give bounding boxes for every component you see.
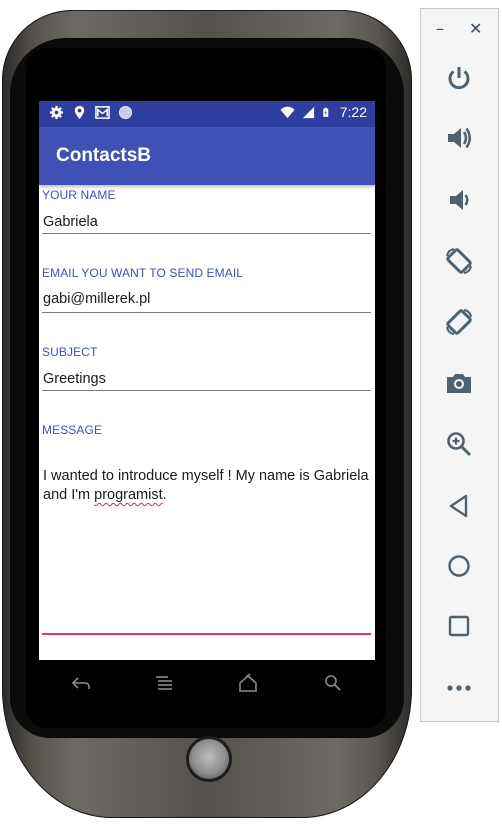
camera-icon[interactable] xyxy=(443,367,475,399)
back-triangle-icon[interactable] xyxy=(443,490,475,522)
message-line-2-start: and I'm xyxy=(43,487,95,503)
name-field-underline xyxy=(42,233,371,234)
email-field[interactable]: gabi@millerek.pl xyxy=(43,291,150,307)
message-line-2-end: . xyxy=(162,487,167,503)
message-label: MESSAGE xyxy=(42,423,103,437)
app-bar: ContactsB xyxy=(39,127,375,185)
wifi-icon xyxy=(280,106,295,118)
home-icon[interactable] xyxy=(236,672,260,696)
status-bar: 7:22 xyxy=(39,101,375,127)
message-line-2: and I'm programist. xyxy=(43,486,375,505)
power-icon[interactable] xyxy=(443,62,475,94)
zoom-icon[interactable] xyxy=(443,428,475,460)
sync-circle-icon xyxy=(118,105,133,120)
status-time: 7:22 xyxy=(339,104,367,120)
battery-charging-icon xyxy=(323,107,328,117)
hardware-home-button[interactable] xyxy=(186,736,232,782)
message-field[interactable]: I wanted to introduce myself ! My name i… xyxy=(43,467,375,505)
gear-icon xyxy=(49,105,64,120)
volume-up-icon[interactable] xyxy=(443,122,475,154)
device-screen: 7:22 ContactsB YOUR NAME Gabriela EMAIL … xyxy=(39,101,375,660)
navigation-bar xyxy=(39,660,375,708)
name-field[interactable]: Gabriela xyxy=(43,214,98,230)
location-pin-icon xyxy=(74,105,85,120)
signal-icon xyxy=(302,106,314,118)
minimize-button[interactable]: – xyxy=(436,19,444,38)
subject-label: SUBJECT xyxy=(42,345,98,359)
subject-field[interactable]: Greetings xyxy=(43,371,106,387)
close-button[interactable]: ✕ xyxy=(469,19,482,38)
message-line-1: I wanted to introduce myself ! My name i… xyxy=(43,468,369,484)
email-label: EMAIL YOU WANT TO SEND EMAIL xyxy=(42,266,244,280)
message-field-underline-focused xyxy=(42,633,371,635)
emulator-toolbar: – ✕ xyxy=(420,8,499,722)
menu-icon[interactable] xyxy=(152,672,176,696)
home-circle-icon[interactable] xyxy=(443,550,475,582)
volume-down-icon[interactable] xyxy=(443,184,475,216)
overview-square-icon[interactable] xyxy=(443,610,475,642)
app-title: ContactsB xyxy=(56,145,152,166)
gmail-icon xyxy=(95,106,110,119)
misspelled-word[interactable]: programist xyxy=(94,487,163,503)
rotate-left-icon[interactable] xyxy=(443,245,475,277)
back-icon[interactable] xyxy=(69,672,93,696)
email-field-underline xyxy=(42,312,371,313)
search-icon[interactable] xyxy=(321,672,345,696)
name-label: YOUR NAME xyxy=(42,188,116,202)
subject-field-underline xyxy=(42,390,371,391)
more-icon[interactable] xyxy=(443,672,475,704)
rotate-right-icon[interactable] xyxy=(443,306,475,338)
